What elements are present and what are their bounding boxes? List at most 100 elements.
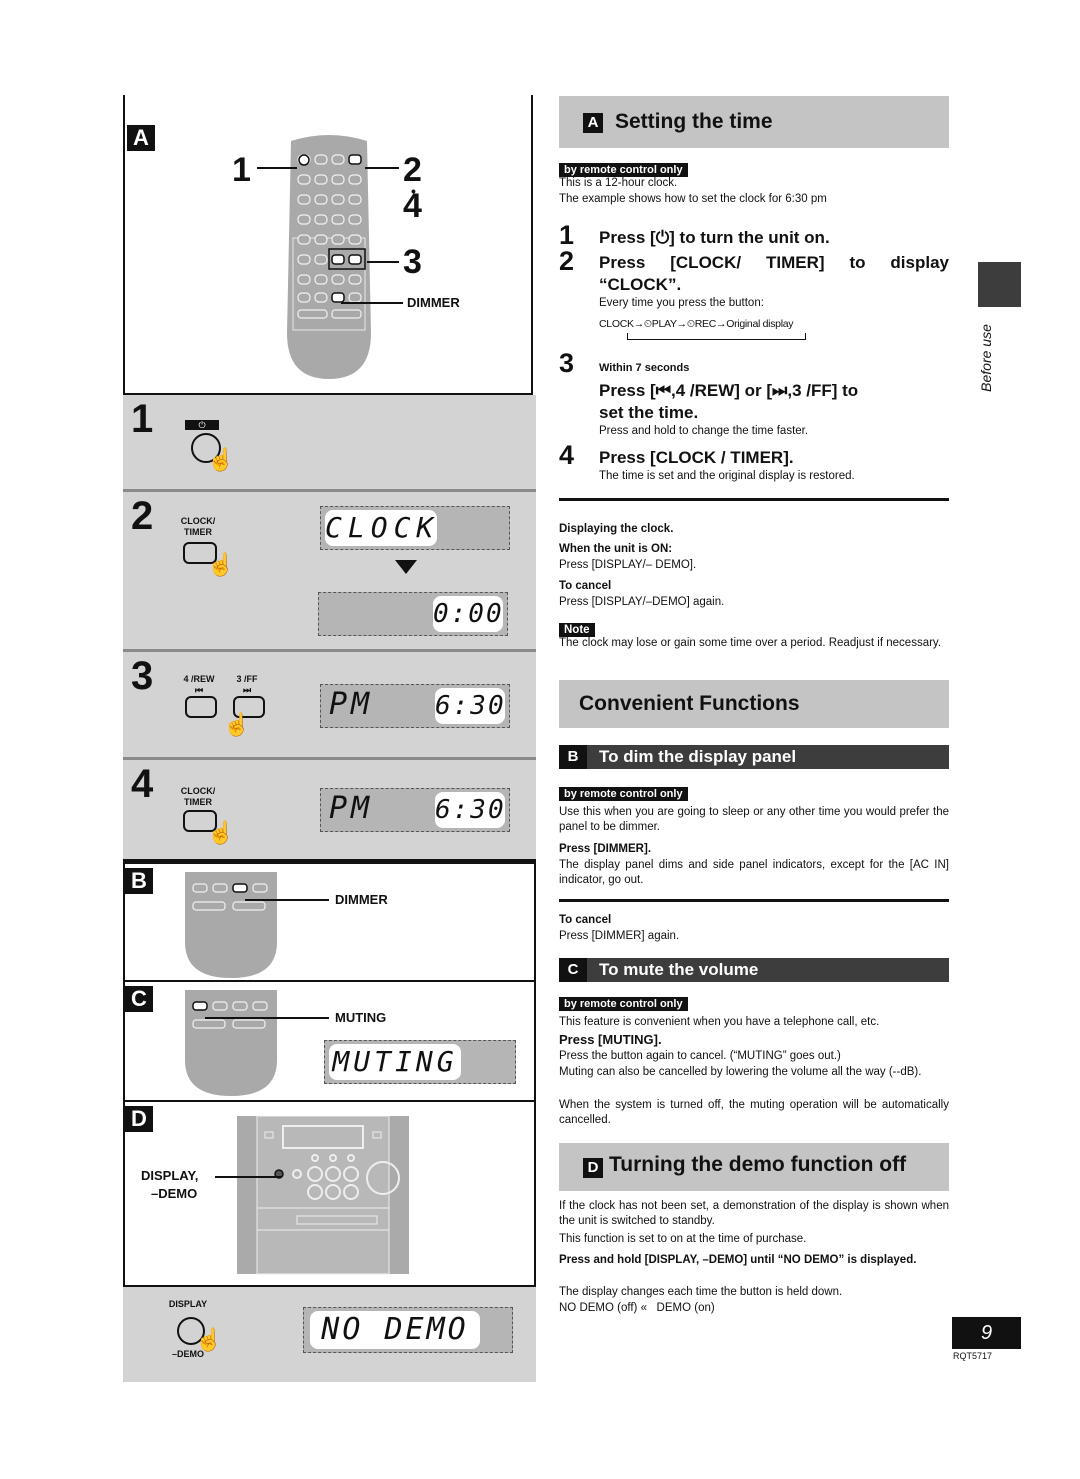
label-line: TIMER: [184, 797, 212, 807]
pressing-hand-icon: ☝: [207, 820, 235, 845]
section-header-convenient: Convenient Functions: [559, 680, 949, 728]
body-text: The display changes each time the button…: [559, 1286, 843, 1298]
section-letter-b: B: [559, 745, 587, 769]
body-text: Press [DIMMER] again.: [559, 930, 680, 942]
subheading: To cancel: [559, 914, 612, 926]
page-number: 9: [952, 1317, 1021, 1349]
illustration-box-d: D DISPLAY, –DEMO: [123, 1102, 536, 1287]
callout-dimmer: DIMMER: [407, 295, 460, 310]
step-4-instruction: Press [CLOCK / TIMER].: [599, 448, 794, 467]
clock-timer-label: CLOCK/TIMER: [175, 786, 221, 808]
stereo-unit-illustration: [237, 1116, 409, 1275]
subsection-title: To mute the volume: [599, 960, 759, 979]
step-3-note: Press and hold to change the time faster…: [599, 425, 809, 437]
illustration-demo-step: DISPLAY ☝ –DEMO NO DEMO: [123, 1287, 536, 1382]
skip-back-icon: ⏮: [194, 685, 204, 695]
section-title: Setting the time: [615, 110, 773, 133]
label-line: CLOCK/: [180, 786, 216, 796]
illustration-step-2: 2 CLOCK/TIMER ☝ CLOCK 0:00: [123, 492, 536, 652]
callout-step-2: 2: [403, 151, 422, 189]
lcd-display: CLOCK: [320, 506, 510, 550]
arrow-right-icon: →: [676, 318, 688, 330]
cycle-return-line: [627, 333, 806, 340]
body-text: The display panel dims and side panel in…: [559, 859, 949, 886]
remote-only-tag: by remote control only: [559, 994, 949, 1012]
subsection-header-mute: C To mute the volume: [559, 958, 949, 982]
note-text: The clock may lose or gain some time ove…: [559, 637, 942, 649]
section-letter-d: D: [125, 1106, 153, 1132]
subheading: When the unit is ON:: [559, 543, 673, 555]
side-tab-label: Before use: [978, 324, 994, 392]
section-letter-d: D: [583, 1158, 603, 1178]
subheading: To cancel: [559, 580, 612, 592]
leader-line: [245, 899, 329, 901]
subsection-header-dim: B To dim the display panel: [559, 745, 949, 769]
ff-label: 3 /FF ⏭: [229, 674, 265, 696]
cycle-item: ⏲PLAY: [643, 318, 677, 330]
subheading: Press [DIMMER].: [559, 843, 652, 855]
label-line: TIMER: [184, 527, 212, 537]
step-3-timing: Within 7 seconds: [599, 362, 690, 374]
illustration-step-3: 3 4 /REW ⏮ 3 /FF ⏭ ☝ PM 6:30: [123, 652, 536, 760]
step-3-instruction: Press [⏮,4 /REW] or [⏭,3 /FF] to: [599, 381, 859, 400]
lcd-text-muting-blinking: MUTING: [329, 1044, 461, 1080]
tag-text: by remote control only: [559, 787, 688, 801]
leader-line: [365, 167, 399, 169]
step-number: 3: [559, 348, 575, 378]
section-letter-a: A: [127, 125, 155, 151]
remote-only-tag: by remote control only: [559, 784, 949, 802]
skip-forward-icon: ⏭: [242, 685, 252, 695]
illustration-box-c: C MUTING MUTING: [123, 982, 536, 1102]
lcd-text-clock: CLOCK: [325, 510, 440, 546]
body-text: Use this when you are going to sleep or …: [559, 806, 949, 833]
step-4-note: The time is set and the original display…: [599, 470, 855, 482]
lcd-display: PM 6:30: [320, 788, 510, 832]
step-2-instruction: Press [CLOCK/ TIMER] to display: [599, 253, 949, 272]
rew-label: 4 /REW ⏮: [181, 674, 217, 696]
intro-text: This is a 12-hour clock.: [559, 177, 678, 189]
callout-dimmer: DIMMER: [335, 892, 388, 907]
illustration-step-1: 1 ⏻ ☝: [123, 395, 536, 492]
step-number: 2: [131, 494, 154, 538]
lcd-text-pm-blinking: PM: [329, 687, 374, 722]
illustration-box-a: A 1 2 • 4 3 DIMMER: [123, 95, 533, 395]
body-text: This function is set to on at the time o…: [559, 1233, 807, 1245]
step-number: 3: [131, 654, 154, 698]
leader-line: [341, 302, 403, 304]
step-3-instruction-cont: set the time.: [599, 403, 699, 422]
callout-step-4: 4: [403, 187, 422, 225]
intro-text: The example shows how to set the clock f…: [559, 193, 827, 205]
body-text: NO DEMO (off) « DEMO (on): [559, 1302, 715, 1314]
arrow-right-icon: →: [716, 318, 727, 330]
section-header-demo: D Turning the demo function off: [559, 1143, 949, 1191]
leader-line: [215, 1176, 281, 1178]
document-code: RQT5717: [953, 1351, 993, 1361]
section-letter-b: B: [125, 868, 153, 894]
step-2-note: Every time you press the button:: [599, 297, 764, 309]
label-text: 4 /REW: [183, 674, 215, 684]
leader-line: [367, 261, 399, 263]
section-letter-a: A: [583, 113, 603, 133]
lcd-display: MUTING: [324, 1040, 516, 1084]
body-text: Press [DISPLAY/–DEMO] again.: [559, 596, 725, 608]
body-text: If the clock has not been set, a demonst…: [559, 1200, 949, 1227]
clock-timer-label: CLOCK/TIMER: [175, 516, 221, 538]
lcd-display: 0:00: [318, 592, 508, 636]
callout-demo: –DEMO: [151, 1186, 198, 1201]
clock-cycle-diagram: CLOCK→⏲PLAY→⏲REC→Original display: [599, 318, 794, 331]
lcd-text-pm: PM: [329, 791, 374, 826]
arrow-down-icon: [395, 560, 417, 574]
body-text: Press [DISPLAY/– DEMO].: [559, 559, 697, 571]
step-number: 4: [131, 762, 154, 806]
lcd-text-time: 6:30: [435, 792, 505, 828]
leader-line: [205, 1017, 329, 1019]
step-number: 1: [131, 397, 154, 441]
body-text: Muting can also be cancelled by lowering…: [559, 1066, 922, 1078]
label-line: CLOCK/: [180, 516, 216, 526]
lcd-display: PM 6:30: [320, 684, 510, 728]
tag-text: by remote control only: [559, 997, 688, 1011]
section-title: Turning the demo function off: [609, 1153, 907, 1176]
remote-control-partial-illustration: [185, 990, 277, 1096]
section-title: Convenient Functions: [579, 692, 800, 715]
power-label: ⏻: [185, 420, 219, 430]
